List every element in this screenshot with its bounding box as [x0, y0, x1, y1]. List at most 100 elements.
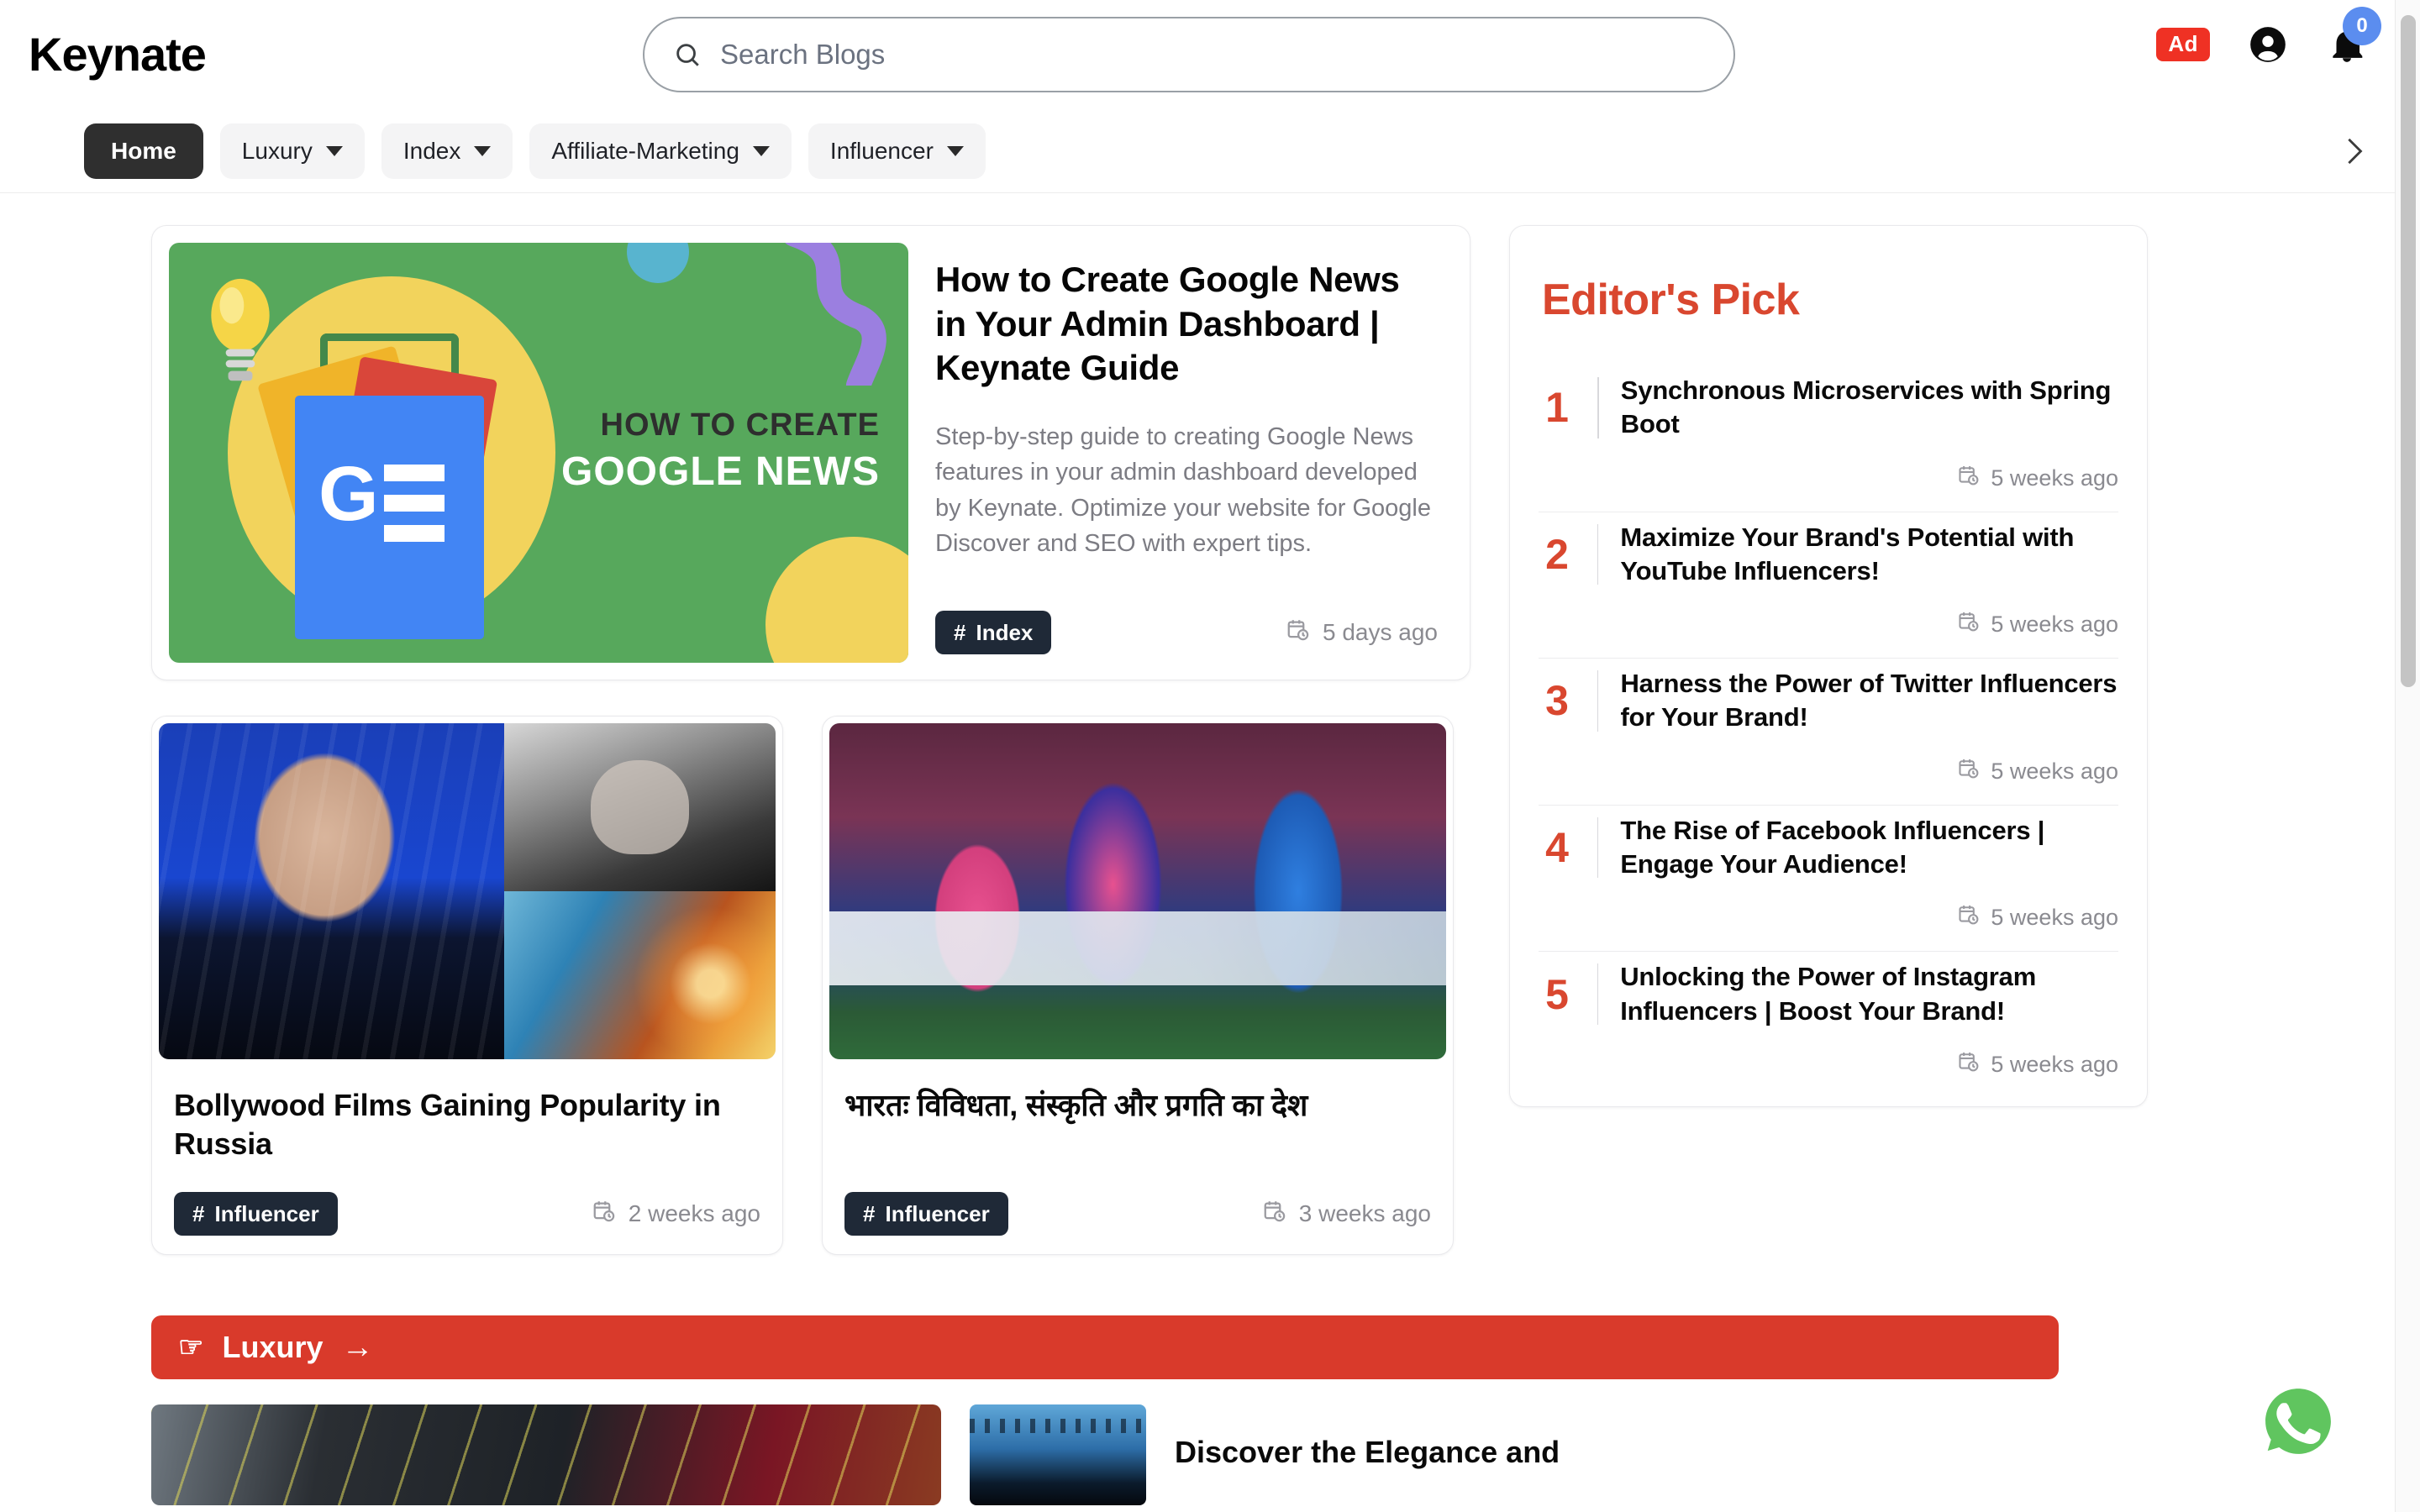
ad-badge[interactable]: Ad — [2156, 28, 2210, 61]
nav-item-label: Affiliate-Marketing — [551, 137, 739, 164]
category-nav: Home Luxury Index Affiliate-Marketing In… — [0, 109, 2420, 193]
featured-article-body: How to Create Google News in Your Admin … — [930, 243, 1453, 663]
search-bar[interactable] — [643, 17, 1735, 92]
search-input[interactable] — [720, 39, 1705, 71]
main-column: G HOW TO CREATE GOOGLE NEWS How to Creat… — [151, 225, 1470, 1256]
nav-item-index[interactable]: Index — [381, 123, 513, 179]
post-card-tag[interactable]: # Influencer — [174, 1192, 338, 1236]
date-label: 2 weeks ago — [628, 1200, 760, 1227]
post-card-title[interactable]: भारतः विविधता, संस्कृति और प्रगति का देश — [829, 1059, 1446, 1148]
calendar-clock-icon — [1957, 903, 1981, 932]
nav-item-luxury[interactable]: Luxury — [219, 123, 365, 179]
editors-pick-item[interactable]: 3 Harness the Power of Twitter Influence… — [1539, 659, 2118, 806]
date-label: 5 weeks ago — [1991, 905, 2118, 931]
post-card-image — [829, 723, 1446, 1059]
post-card-image — [159, 723, 776, 1059]
editors-pick-item-date: 5 weeks ago — [1539, 903, 2118, 932]
notification-count-badge: 0 — [2343, 7, 2381, 45]
chevron-down-icon — [946, 145, 964, 156]
rank-divider — [1597, 377, 1599, 438]
svg-text:G: G — [318, 454, 379, 537]
nav-item-label: Home — [111, 137, 176, 164]
featured-article-footer: # Index 5 days ago — [935, 587, 1438, 654]
editors-pick-item-date: 5 weeks ago — [1539, 464, 2118, 493]
rank-number: 1 — [1545, 384, 1569, 432]
editors-pick-item-title: Maximize Your Brand's Potential with You… — [1620, 522, 2075, 585]
post-card-footer: # Influencer — [829, 1163, 1446, 1236]
content-grid: G HOW TO CREATE GOOGLE NEWS How to Creat… — [151, 225, 2269, 1256]
nav-item-influencer[interactable]: Influencer — [808, 123, 986, 179]
editors-pick-title: Editor's Pick — [1542, 276, 1800, 324]
nav-item-label: Luxury — [241, 137, 313, 164]
search-icon — [673, 40, 702, 69]
featured-article-tag[interactable]: # Index — [935, 611, 1052, 654]
hero-image-text-line1: HOW TO CREATE — [600, 407, 880, 443]
editors-pick-item-date: 5 weeks ago — [1539, 610, 2118, 639]
rank-divider — [1597, 963, 1599, 1025]
editors-pick-item[interactable]: 1 Synchronous Microservices with Spring … — [1539, 365, 2118, 512]
hash-icon: # — [863, 1200, 876, 1226]
chevron-right-icon[interactable] — [2339, 132, 2368, 171]
editors-pick-item[interactable]: 5 Unlocking the Power of Instagram Influ… — [1539, 952, 2118, 1098]
page-scrollbar[interactable] — [2395, 0, 2420, 1512]
whatsapp-icon[interactable] — [2254, 1377, 2343, 1466]
featured-article-title[interactable]: How to Create Google News in Your Admin … — [935, 258, 1438, 391]
pointing-hand-icon: ☞ — [178, 1331, 204, 1364]
rank-divider — [1597, 816, 1599, 879]
date-label: 5 weeks ago — [1991, 612, 2118, 638]
calendar-clock-icon — [1957, 610, 1981, 639]
hash-icon: # — [954, 619, 966, 645]
editors-pick-item[interactable]: 4 The Rise of Facebook Influencers | Eng… — [1539, 806, 2118, 953]
bell-icon[interactable]: 0 — [2326, 7, 2381, 66]
nav-item-affiliate-marketing[interactable]: Affiliate-Marketing — [529, 123, 792, 179]
post-card-footer: # Influencer — [159, 1163, 776, 1236]
luxury-card-image[interactable] — [970, 1404, 1146, 1506]
date-label: 3 weeks ago — [1298, 1200, 1431, 1227]
editors-pick-item-title: The Rise of Facebook Influencers | Engag… — [1620, 815, 2045, 879]
calendar-clock-icon — [592, 1199, 617, 1230]
rank-number: 5 — [1545, 970, 1569, 1018]
rank-divider — [1597, 523, 1599, 585]
luxury-card-row: Discover the Elegance and — [151, 1404, 2269, 1506]
rank-number: 4 — [1545, 824, 1569, 872]
editors-pick-panel: Editor's Pick 1 Synchronous Microservice… — [1509, 225, 2148, 1107]
featured-article-date: 5 days ago — [1286, 617, 1438, 648]
calendar-clock-icon — [1957, 464, 1981, 493]
post-card[interactable]: भारतः विविधता, संस्कृति और प्रगति का देश… — [822, 716, 1454, 1256]
site-header: Keynate Ad 0 — [0, 0, 2420, 109]
nav-item-label: Influencer — [829, 137, 934, 164]
luxury-card-title[interactable]: Discover the Elegance and — [1175, 1404, 1560, 1471]
post-card[interactable]: Bollywood Films Gaining Popularity in Ru… — [151, 716, 783, 1256]
calendar-clock-icon — [1262, 1199, 1287, 1230]
date-label: 5 weeks ago — [1991, 1051, 2118, 1077]
nav-item-label: Index — [402, 137, 461, 164]
nav-item-home[interactable]: Home — [84, 123, 203, 179]
header-actions: Ad 0 — [2156, 7, 2381, 66]
featured-article-image: G HOW TO CREATE GOOGLE NEWS — [169, 243, 908, 663]
featured-article-card[interactable]: G HOW TO CREATE GOOGLE NEWS How to Creat… — [151, 225, 1470, 680]
site-logo[interactable]: Keynate — [29, 31, 207, 78]
chevron-down-icon — [752, 145, 770, 156]
post-card-title[interactable]: Bollywood Films Gaining Popularity in Ru… — [159, 1059, 776, 1163]
editors-pick-item[interactable]: 2 Maximize Your Brand's Potential with Y… — [1539, 512, 2118, 659]
editors-pick-item-date: 5 weeks ago — [1539, 1050, 2118, 1079]
hash-icon: # — [192, 1200, 205, 1226]
rank-number: 2 — [1545, 530, 1569, 578]
luxury-section-label: Luxury — [222, 1330, 324, 1365]
tag-label: Influencer — [885, 1200, 990, 1226]
page-body: G HOW TO CREATE GOOGLE NEWS How to Creat… — [0, 193, 2420, 1511]
date-label: 5 weeks ago — [1991, 758, 2118, 784]
rank-number: 3 — [1545, 677, 1569, 725]
tag-label: Index — [976, 619, 1034, 645]
luxury-card-image[interactable] — [151, 1404, 941, 1506]
luxury-section-banner[interactable]: ☞ Luxury → — [151, 1315, 2059, 1380]
calendar-clock-icon — [1286, 617, 1311, 648]
scrollbar-thumb[interactable] — [2401, 15, 2416, 687]
account-icon[interactable] — [2247, 24, 2289, 66]
editors-pick-item-title: Unlocking the Power of Instagram Influen… — [1620, 962, 2037, 1026]
post-card-row: Bollywood Films Gaining Popularity in Ru… — [151, 716, 1470, 1256]
chevron-down-icon — [325, 145, 343, 156]
calendar-clock-icon — [1957, 757, 1981, 786]
post-card-tag[interactable]: # Influencer — [844, 1192, 1008, 1236]
editors-pick-item-date: 5 weeks ago — [1539, 757, 2118, 786]
